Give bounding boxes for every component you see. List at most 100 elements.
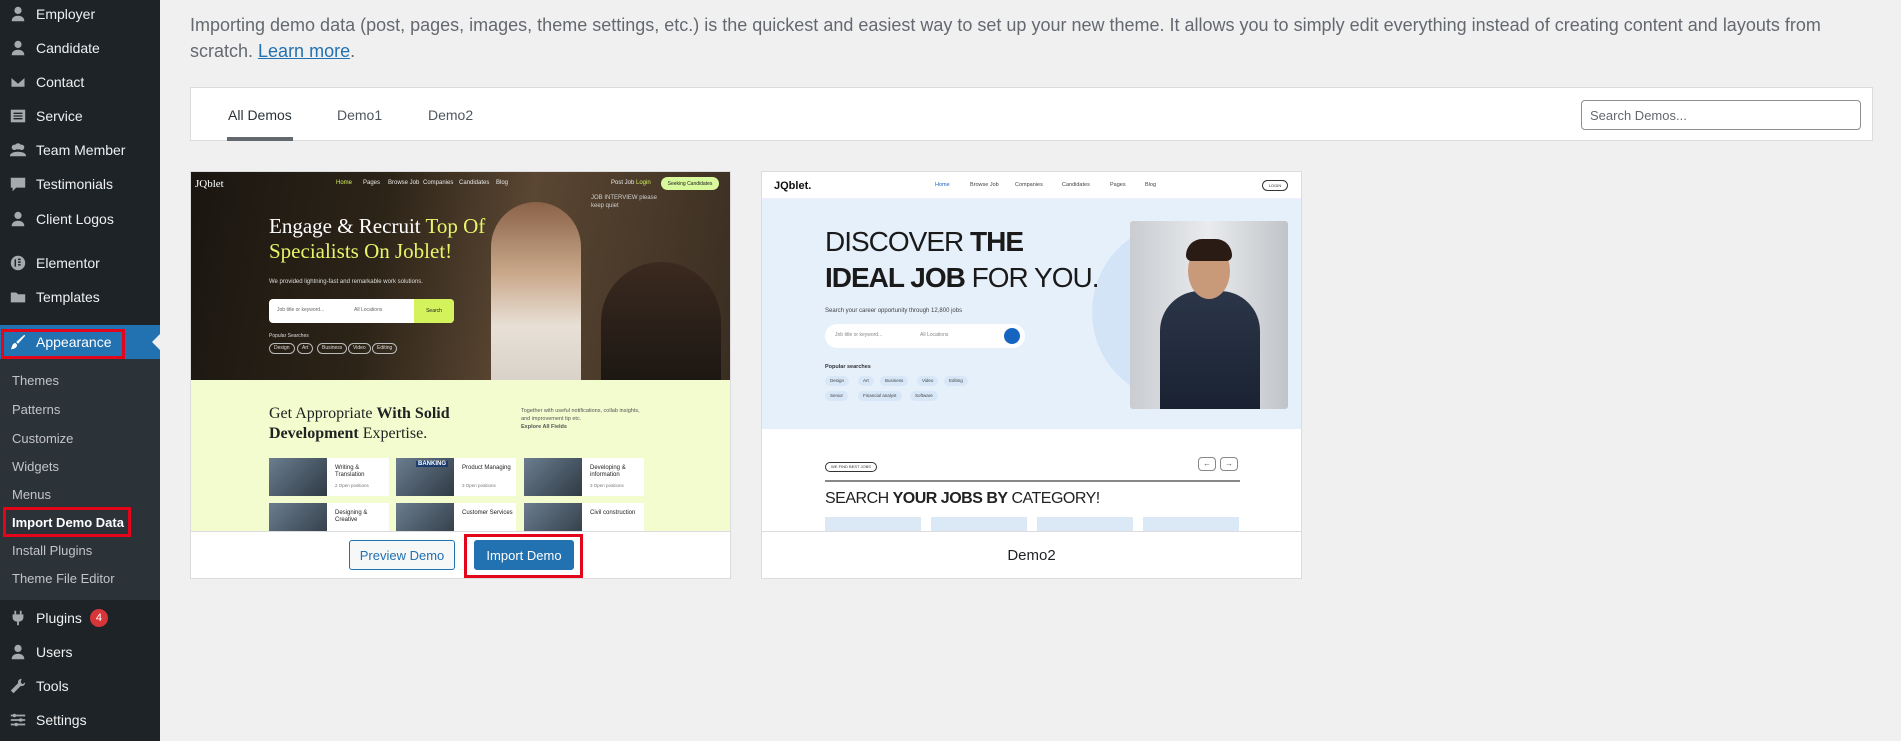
demo2-chip: Financial analyst [858,391,902,401]
demo1-search-button: Search [414,299,454,323]
tab-all-demos[interactable]: All Demos [227,88,293,141]
demo2-category-box [1143,517,1239,531]
demo2-search-box: Job title or keyword... All Locations [825,324,1025,348]
demo-card-demo2: JQblet. Home Browse Job Companies Candid… [761,171,1302,579]
demo1-category-title: Developing & information [590,465,626,478]
demo2-nav-link: Candidates [1062,182,1090,188]
demo1-category-image: BANKING [396,458,454,496]
search-demos-input[interactable] [1581,100,1861,130]
demo2-thumbnail[interactable]: JQblet. Home Browse Job Companies Candid… [762,172,1301,531]
sidebar-item-contact[interactable]: Contact [0,65,160,99]
list-icon [0,107,36,125]
sidebar-item-label: Elementor [36,255,100,271]
demo1-category-title: Customer Services [462,510,513,516]
sidebar-item-candidate[interactable]: Candidate [0,31,160,65]
demo1-banking-sign: BANKING [416,461,448,467]
submenu-item-theme-file-editor[interactable]: Theme File Editor [12,571,115,586]
demo1-category-card: Developing & information 3 Open positions [524,458,644,496]
sidebar-item-users[interactable]: Users [0,635,160,669]
person-icon [0,5,36,23]
demo1-search-placeholder: Job title or keyword... [277,307,325,313]
demo2-section-c: CATEGORY! [1007,490,1100,507]
sidebar-item-team-member[interactable]: Team Member [0,133,160,167]
sidebar-item-label: Candidate [36,40,100,56]
sidebar-item-label: Settings [36,712,87,728]
demo2-nav-link: Home [935,182,950,188]
demo2-photo-hair [1186,239,1232,261]
submenu-item-menus[interactable]: Menus [12,487,51,502]
demo2-section-tag: WE FIND BEST JOBS [825,462,877,472]
demo1-section-title: Get Appropriate With Solid Development Ex… [269,404,499,444]
demo1-category-title: Civil construction [590,510,636,516]
submenu-item-install-plugins[interactable]: Install Plugins [12,543,92,558]
demo1-nav-link: Candidates [459,180,490,186]
demo1-chip: Art [297,343,314,354]
demo1-post-job: Post Job [611,180,635,186]
appearance-submenu: Themes Patterns Customize Widgets Menus … [0,359,160,600]
demo2-chip: Software [910,391,938,401]
intro-body: Importing demo data (post, pages, images… [190,15,1821,61]
demo2-category-box [1037,517,1133,531]
submenu-item-themes[interactable]: Themes [12,373,59,388]
sidebar-item-elementor[interactable]: Elementor [0,246,160,280]
sidebar-item-label: Testimonials [36,176,114,192]
learn-more-link[interactable]: Learn more [258,41,350,61]
demo1-category-image [524,503,582,531]
demo2-headline-b: THE [970,226,1024,257]
preview-demo-button[interactable]: Preview Demo [349,540,455,570]
demo1-chip: Editing [372,343,398,354]
demo1-chip: Business [317,343,348,354]
demo2-headline-c: IDEAL JOB [825,262,966,293]
sidebar-item-testimonials[interactable]: Testimonials [0,167,160,201]
sidebar-item-label: Contact [36,74,85,90]
demo2-nav-link: Browse Job [970,182,999,188]
demo1-chip: Video [348,343,371,354]
demo1-thumbnail[interactable]: JQblet Home Pages Browse Job Companies C… [191,172,730,531]
demo1-category-card: Designing & Creative [269,503,389,531]
demo2-chip: Video [917,376,939,386]
tab-demo1[interactable]: Demo1 [336,88,383,141]
submenu-item-customize[interactable]: Customize [12,431,73,446]
sidebar-item-label: Templates [36,289,100,305]
demo2-chip: Design [825,376,850,386]
sidebar-item-label: Employer [36,6,96,22]
submenu-item-patterns[interactable]: Patterns [12,402,60,417]
sidebar-item-service[interactable]: Service [0,99,160,133]
sidebar-item-templates[interactable]: Templates [0,280,160,314]
highlight-import-demo-data [3,507,131,537]
demo2-section-a: SEARCH [825,490,893,507]
sidebar-item-client-logos[interactable]: Client Logos [0,202,160,236]
demo2-chip: Editing [944,376,968,386]
demo1-actions: Preview Demo Import Demo [191,531,730,578]
demo2-headline-d: FOR YOU. [964,262,1100,293]
demo1-category-card: BANKING Product Managing 3 Open positions [396,458,516,496]
submenu-item-widgets[interactable]: Widgets [12,459,59,474]
demo1-logo: JQblet [195,178,224,190]
demo1-category-image [396,503,454,531]
demo1-nav-link: Home [336,180,353,186]
demo2-nav-link: Blog [1145,182,1157,188]
demo1-section-text-body: Together with useful notifications, coll… [521,408,640,422]
demo2-divider [825,480,1240,482]
sidebar-item-employer[interactable]: Employer [0,0,160,31]
demo1-section-title-2: With Solid [376,405,450,422]
demo2-category-box [931,517,1027,531]
demo2-photo-suit [1160,291,1260,409]
demo2-logo: JQblet. [774,180,812,192]
sidebar-item-plugins[interactable]: Plugins 4 [0,601,160,635]
demo1-nav-link: Browse Job [388,180,420,186]
demo1-category-card: Writing & Translation 2 Open positions [269,458,389,496]
demo1-category-sub: 2 Open positions [335,483,369,488]
demo1-category-title: Product Managing [462,465,511,471]
sidebar-item-settings[interactable]: Settings [0,703,160,737]
demo1-nav-link: Blog [496,180,509,186]
demo1-nav-link: Pages [363,180,381,186]
demo1-section-title-3: Development [269,425,359,442]
sidebar-item-tools[interactable]: Tools [0,669,160,703]
demo1-section-title-1: Get Appropriate [269,405,377,422]
tab-demo2[interactable]: Demo2 [427,88,474,141]
demo1-category-title: Designing & Creative [335,510,368,523]
demo1-subtitle: We provided lightning-fast and remarkabl… [269,279,423,285]
sidebar-item-label: Users [36,644,73,660]
demo2-subtitle: Search your career opportunity through 1… [825,308,963,314]
